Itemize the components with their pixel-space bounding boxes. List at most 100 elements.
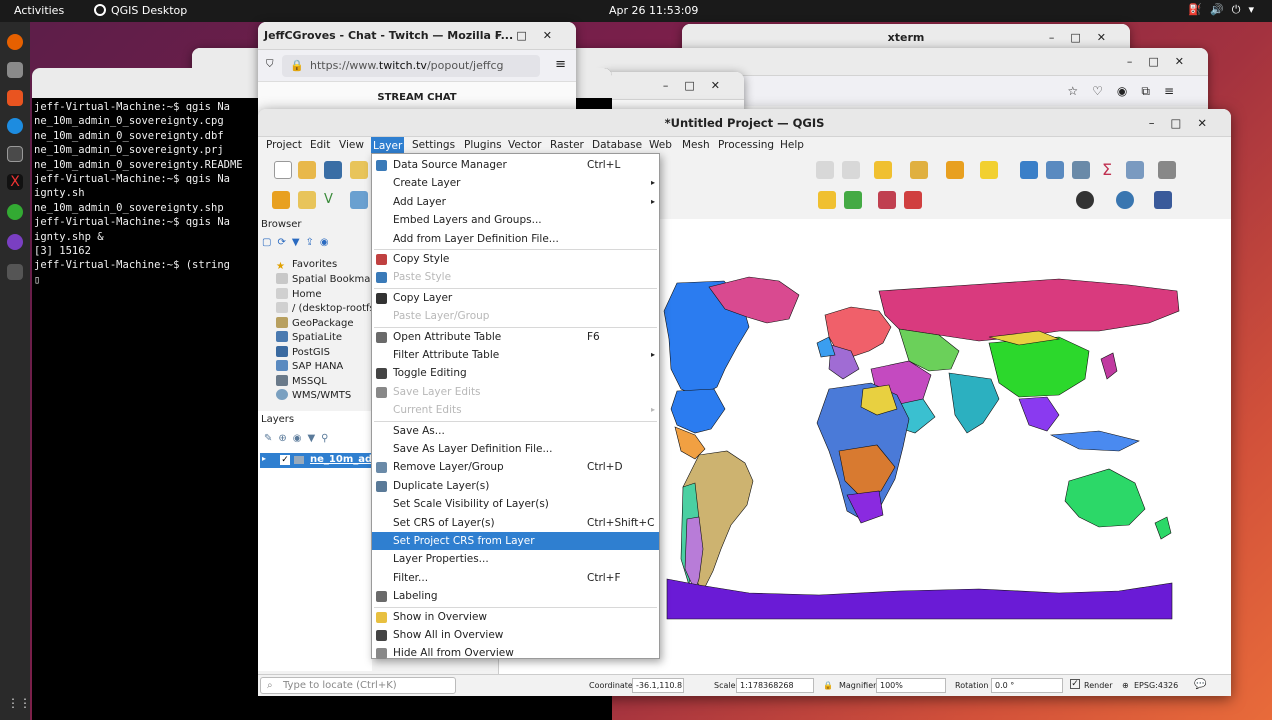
menu-processing[interactable]: Processing	[718, 139, 774, 151]
help-icon[interactable]	[1154, 191, 1172, 209]
activities-button[interactable]: Activities	[14, 4, 64, 17]
layer-menu-item-hide-all-from-overview[interactable]: Hide All from Overview	[372, 644, 659, 662]
layer-menu-item-save-as-layer-definition-file[interactable]: Save As Layer Definition File...	[372, 440, 659, 458]
firefox-toolbar-icons[interactable]: ☆♡◉⧉≡	[1067, 84, 1188, 99]
url-field[interactable]: 🔒 https://www.twitch.tv/popout/jeffcg	[282, 55, 540, 77]
render-checkbox[interactable]: ✓	[1070, 679, 1080, 689]
identify-icon[interactable]	[1020, 161, 1038, 179]
measure-line-icon[interactable]	[1158, 161, 1176, 179]
layer-menu-item-save-as[interactable]: Save As...	[372, 422, 659, 440]
layer-menu-item-set-project-crs-from-layer[interactable]: Set Project CRS from Layer	[372, 532, 659, 551]
layers-toolbar[interactable]: ✎⊕◉▼⚲	[264, 433, 335, 444]
twitch-dock-icon[interactable]	[7, 234, 23, 250]
browser-item-wms[interactable]: WMS/WMTS	[276, 389, 351, 401]
window-controls[interactable]: –□✕	[663, 72, 736, 100]
clock[interactable]: Apr 26 11:53:09	[609, 4, 698, 17]
menu-plugins[interactable]: Plugins	[464, 139, 502, 151]
browser-item-spatialite[interactable]: SpatiaLite	[276, 331, 342, 343]
terminal-output[interactable]: jeff-Virtual-Machine:~$ qgis Na ne_10m_ad…	[34, 100, 243, 287]
measure-icon[interactable]	[980, 161, 998, 179]
menu-view[interactable]: View	[339, 139, 364, 151]
layer-menu-item-filter[interactable]: Filter... Ctrl+F	[372, 569, 659, 587]
open-project-icon[interactable]	[298, 161, 316, 179]
label-tool-icon[interactable]	[818, 191, 836, 209]
firefox-popup-titlebar[interactable]: –□✕	[600, 72, 744, 100]
layer-menu-item-show-all-in-overview[interactable]: Show All in Overview	[372, 626, 659, 644]
gear-icon[interactable]	[1072, 161, 1090, 179]
menu-help[interactable]: Help	[780, 139, 804, 151]
terminal-icon[interactable]	[7, 146, 23, 162]
attribute-table-icon[interactable]	[1046, 161, 1064, 179]
statistics-icon[interactable]: Σ	[1098, 161, 1116, 179]
layer-row[interactable]: ▸ ✓ ne_10m_ad	[260, 453, 372, 468]
locator-input[interactable]: ⌕ Type to locate (Ctrl+K)	[260, 677, 456, 694]
settings-dock-icon[interactable]	[7, 264, 23, 280]
qgis-titlebar[interactable]: *Untitled Project — QGIS –□✕	[258, 109, 1231, 137]
browser-item-home[interactable]: Home	[276, 288, 322, 300]
layer-menu-item-duplicate-layer-s[interactable]: Duplicate Layer(s)	[372, 477, 659, 495]
hamburger-menu-icon[interactable]: ≡	[555, 57, 566, 72]
qgis-dock-icon[interactable]	[7, 204, 23, 220]
messages-icon[interactable]: 💬	[1194, 679, 1206, 690]
browser-item-saphana[interactable]: SAP HANA	[276, 360, 343, 372]
gps-icon[interactable]	[1076, 191, 1094, 209]
map-tips-icon[interactable]	[1126, 161, 1144, 179]
app-grid-icon[interactable]: ⋮⋮	[7, 696, 31, 712]
layer-menu-item-labeling[interactable]: Labeling	[372, 587, 659, 605]
scale-field[interactable]: 1:178368268	[736, 678, 814, 693]
new-project-icon[interactable]	[274, 161, 292, 179]
layer-menu-item-layer-properties[interactable]: Layer Properties...	[372, 550, 659, 568]
layer-menu-item-open-attribute-table[interactable]: Open Attribute Table F6	[372, 328, 659, 346]
browser-toolbar[interactable]: ▢⟳▼⇪◉	[262, 237, 335, 248]
browser-item-geopackage[interactable]: GeoPackage	[276, 317, 353, 329]
print-layout-icon[interactable]	[350, 161, 368, 179]
firefox-popup-window[interactable]: –□✕	[600, 72, 744, 112]
expand-arrow-icon[interactable]: ▸	[262, 454, 266, 463]
files-icon[interactable]	[7, 90, 23, 106]
window-controls[interactable]: –□✕	[495, 22, 568, 50]
x-app-icon[interactable]: X	[7, 174, 23, 190]
layer-menu-item-create-layer[interactable]: Create Layer ▸	[372, 174, 659, 192]
magnifier-field[interactable]: 100%	[876, 678, 946, 693]
crs-button[interactable]: EPSG:4326	[1134, 681, 1178, 690]
menu-web[interactable]: Web	[649, 139, 672, 151]
mail-icon[interactable]	[7, 62, 23, 78]
browser-item-mssql[interactable]: MSSQL	[276, 375, 327, 387]
layer-menu-item-add-layer[interactable]: Add Layer ▸	[372, 193, 659, 211]
layer-menu-item-remove-layer-group[interactable]: Remove Layer/Group Ctrl+D	[372, 458, 659, 476]
layer-menu-item-add-from-layer-definition-file[interactable]: Add from Layer Definition File...	[372, 230, 659, 248]
layer-menu-item-paste-layer-group[interactable]: Paste Layer/Group	[372, 307, 659, 325]
layer-menu-item-set-scale-visibility-of-layer-s[interactable]: Set Scale Visibility of Layer(s)	[372, 495, 659, 513]
menu-project[interactable]: Project	[266, 139, 302, 151]
deselect-icon[interactable]	[946, 161, 964, 179]
menu-edit[interactable]: Edit	[310, 139, 330, 151]
add-delimited-text-icon[interactable]: V	[324, 191, 342, 209]
layer-visibility-checkbox[interactable]: ✓	[280, 455, 290, 465]
select-feature-icon[interactable]	[874, 161, 892, 179]
shield-icon[interactable]: ⛉	[266, 59, 274, 70]
layer-menu-item-copy-style[interactable]: Copy Style	[372, 250, 659, 268]
layer-menu-item-current-edits[interactable]: Current Edits ▸	[372, 401, 659, 419]
pin-labels-icon[interactable]	[878, 191, 896, 209]
menu-settings[interactable]: Settings	[412, 139, 455, 151]
browser-item-postgis[interactable]: PostGIS	[276, 346, 330, 358]
rotation-field[interactable]: 0.0 °	[991, 678, 1063, 693]
refresh-icon[interactable]	[842, 161, 860, 179]
browser-item-favorites[interactable]: ★ Favorites	[276, 259, 337, 272]
lock-icon[interactable]: 🔒	[823, 681, 833, 690]
layer-menu-item-toggle-editing[interactable]: Toggle Editing	[372, 364, 659, 382]
menu-raster[interactable]: Raster	[550, 139, 584, 151]
menu-database[interactable]: Database	[592, 139, 642, 151]
firefox-icon[interactable]	[7, 34, 23, 50]
coordinate-field[interactable]: -36.1,110.8	[632, 678, 684, 693]
system-tray[interactable]: ⛽🔊⏻▾	[1188, 3, 1262, 17]
diagram-tool-icon[interactable]	[844, 191, 862, 209]
python-icon[interactable]	[1116, 191, 1134, 209]
layer-name[interactable]: ne_10m_ad	[310, 454, 372, 465]
show-labels-icon[interactable]	[904, 191, 922, 209]
layer-menu-item-filter-attribute-table[interactable]: Filter Attribute Table ▸	[372, 346, 659, 364]
layer-menu-item-copy-layer[interactable]: Copy Layer	[372, 289, 659, 307]
layer-menu-item-embed-layers-and-groups[interactable]: Embed Layers and Groups...	[372, 211, 659, 229]
layer-menu-item-data-source-manager[interactable]: Data Source Manager Ctrl+L	[372, 156, 659, 174]
twitch-titlebar[interactable]: JeffCGroves - Chat - Twitch — Mozilla F.…	[258, 22, 576, 50]
